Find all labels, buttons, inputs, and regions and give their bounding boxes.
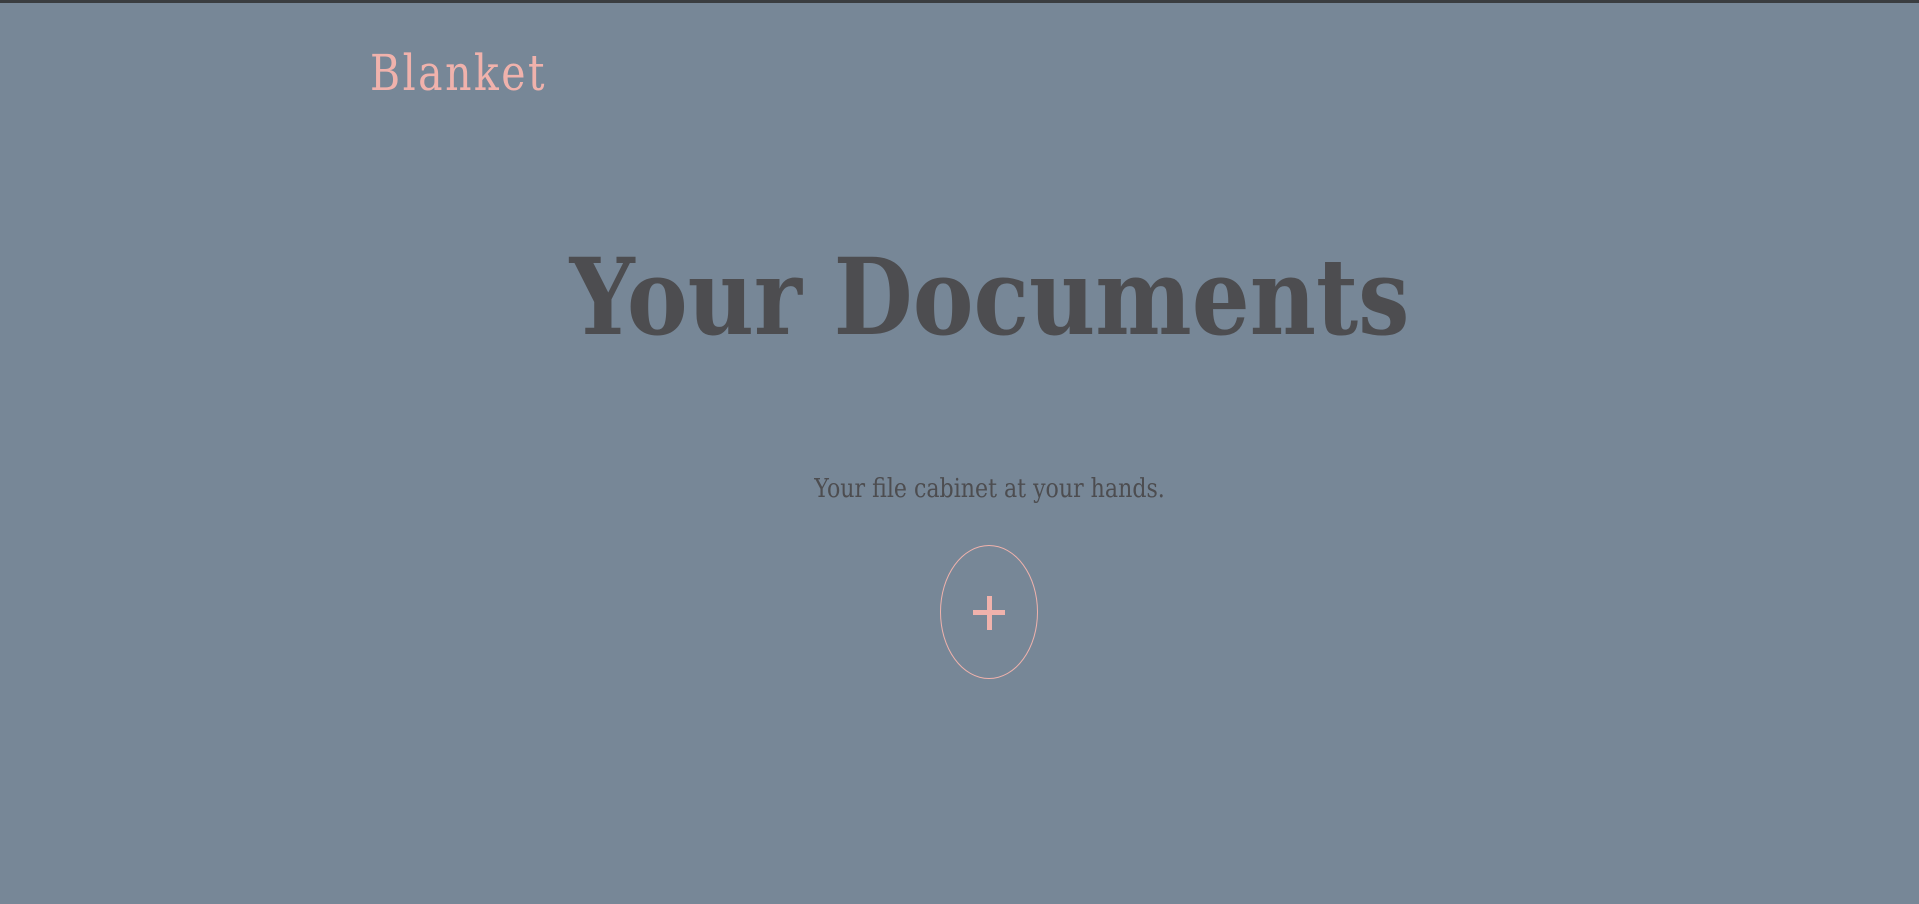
add-document-button[interactable] <box>940 545 1038 679</box>
top-border <box>0 0 1919 3</box>
page-tagline: Your file cabinet at your hands. <box>814 474 1165 504</box>
plus-icon <box>973 596 1005 630</box>
page-title: Your Documents <box>569 234 1410 359</box>
brand-logo[interactable]: Blanket <box>370 48 547 98</box>
